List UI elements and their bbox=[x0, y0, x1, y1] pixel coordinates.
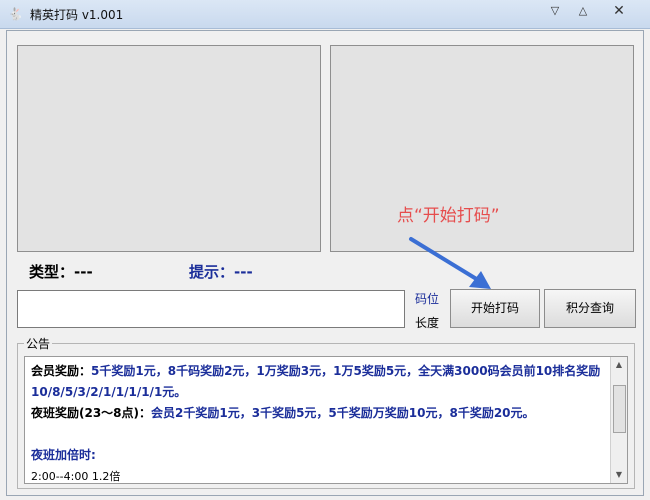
notice-scrollbar[interactable]: ▲ ▼ bbox=[610, 357, 627, 483]
code-position-label: 码位 bbox=[415, 292, 440, 306]
notice-content: 会员奖励：5千奖励1元，8千码奖励2元，1万奖励3元，1万5奖励5元，全天满30… bbox=[31, 361, 601, 483]
pointer-arrow-icon bbox=[409, 237, 491, 289]
title-bar: 🐇 精英打码 v1.001 ▽ △ ✕ bbox=[0, 0, 650, 29]
member-reward-text: 5千奖励1元，8千码奖励2元，1万奖励3元，1万5奖励5元，全天满3000码会员… bbox=[31, 364, 601, 399]
app-logo-icon: 🐇 bbox=[8, 7, 23, 21]
scrollbar-thumb[interactable] bbox=[613, 385, 626, 433]
chevron-down-icon[interactable]: ▼ bbox=[611, 467, 627, 483]
code-input[interactable] bbox=[17, 290, 405, 328]
night-bonus-title: 夜班加倍时: bbox=[31, 448, 96, 462]
window-title: 精英打码 v1.001 bbox=[30, 8, 124, 22]
start-coding-button[interactable]: 开始打码 bbox=[450, 289, 540, 328]
main-client-area: 类型：--- 提示：--- 点“开始打码” 码位 长度 开始打码 积分查询 公告… bbox=[6, 30, 644, 496]
member-reward-label: 会员奖励： bbox=[31, 364, 92, 378]
notice-group: 公告 会员奖励：5千奖励1元，8千码奖励2元，1万奖励3元，1万5奖励5元，全天… bbox=[17, 335, 635, 489]
points-query-button[interactable]: 积分查询 bbox=[544, 289, 636, 328]
hint-label: 提示：--- bbox=[189, 263, 253, 281]
minimize-button[interactable]: ▽ bbox=[542, 2, 568, 20]
night-reward-label: 夜班奖励(23～8点)： bbox=[31, 406, 152, 420]
chevron-up-icon[interactable]: ▲ bbox=[611, 357, 627, 373]
maximize-button[interactable]: △ bbox=[570, 2, 596, 20]
night-bonus-time: 2:00--4:00 1.2倍 bbox=[31, 470, 121, 483]
type-label: 类型：--- bbox=[29, 263, 93, 281]
start-instruction-text: 点“开始打码” bbox=[397, 206, 500, 226]
notice-legend: 公告 bbox=[24, 335, 53, 352]
night-reward-text: 会员2千奖励1元，3千奖励5元，5千奖励万奖励10元，8千奖励20元。 bbox=[151, 406, 535, 420]
close-button[interactable]: ✕ bbox=[606, 2, 632, 20]
length-label: 长度 bbox=[415, 316, 440, 330]
notice-textbox[interactable]: 会员奖励：5千奖励1元，8千码奖励2元，1万奖励3元，1万5奖励5元，全天满30… bbox=[24, 356, 628, 484]
captcha-image-panel bbox=[17, 45, 321, 252]
